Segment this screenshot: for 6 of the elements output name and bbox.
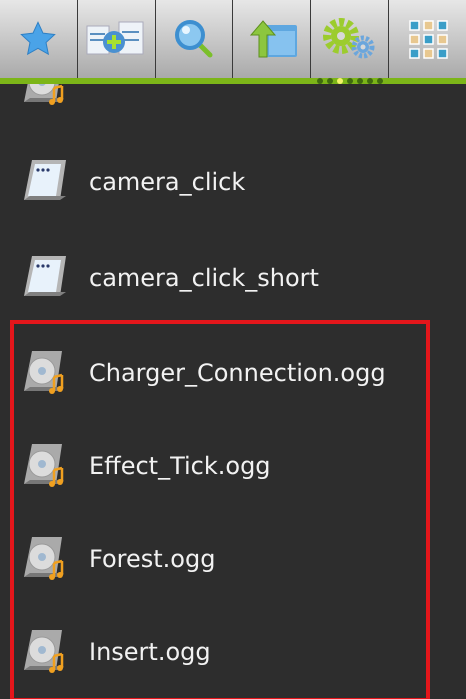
file-name: Insert.ogg	[89, 638, 211, 666]
file-name: Effect_Tick.ogg	[89, 452, 271, 480]
file-name: camera_click	[89, 168, 246, 196]
file-name: camera_click_short	[89, 264, 319, 292]
file-name: Forest.ogg	[89, 544, 216, 572]
file-name: Charger_Connection.ogg	[89, 358, 386, 386]
